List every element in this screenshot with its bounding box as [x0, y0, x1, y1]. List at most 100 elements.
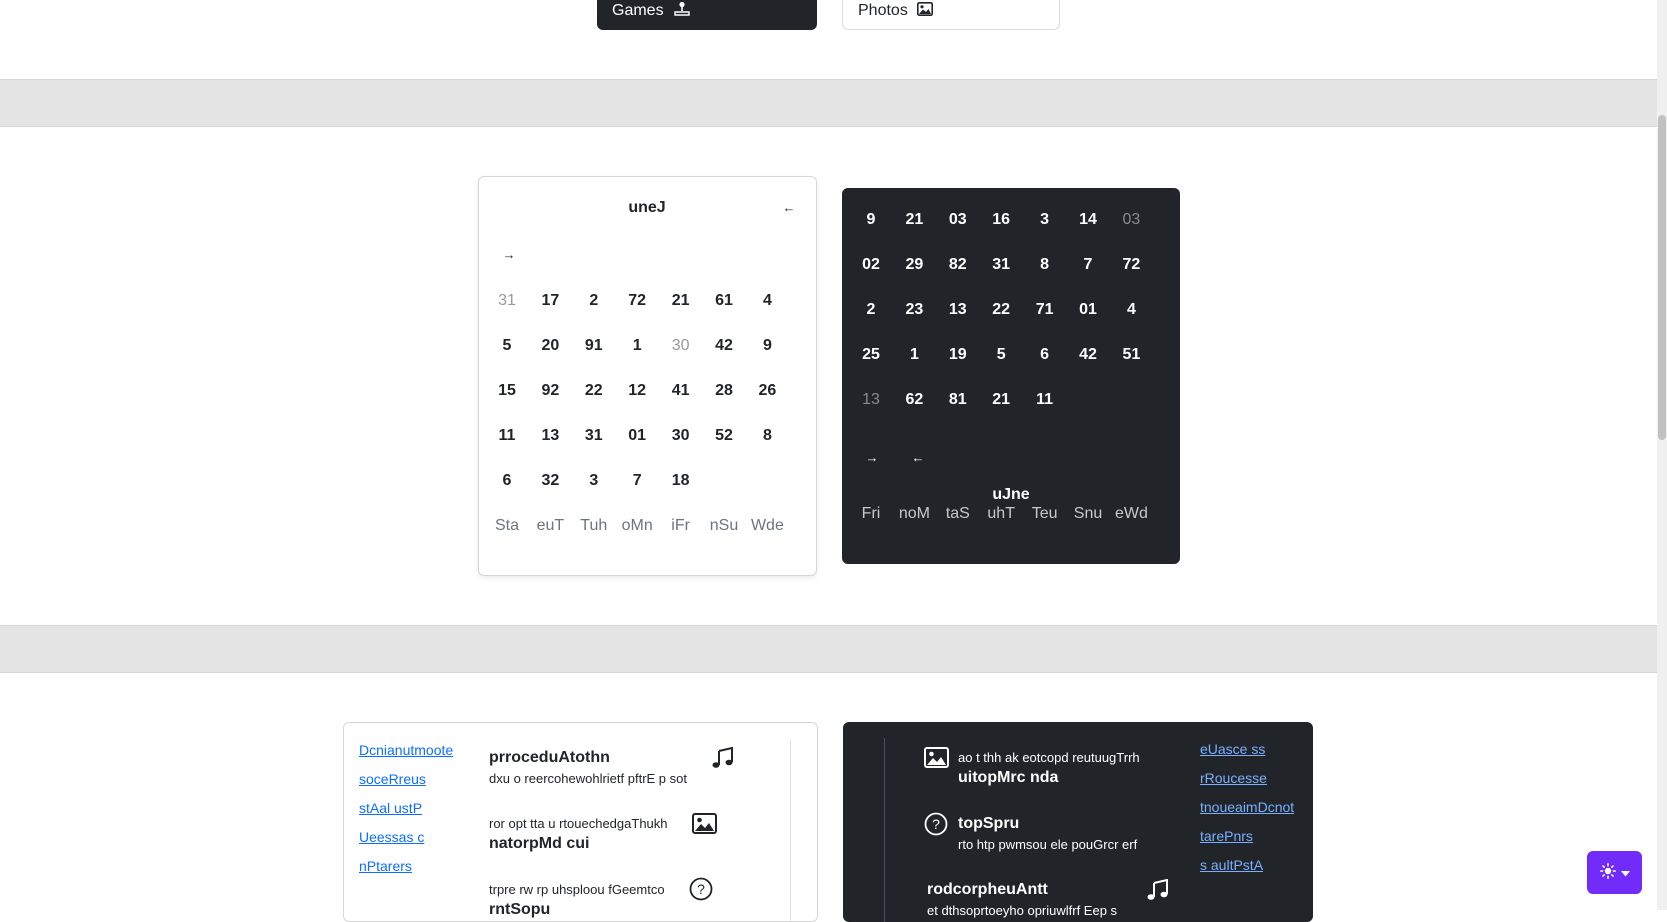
calendar-day[interactable]: 23	[891, 300, 937, 320]
feature-item-title: rodcorpheuAntt	[927, 881, 1048, 898]
caret-down-icon	[1620, 865, 1630, 880]
calendar-day[interactable]: 41	[658, 381, 704, 401]
calendar-day[interactable]: 5	[484, 336, 530, 356]
calendar-day[interactable]: 8	[744, 426, 790, 446]
calendar-weekday: Teu	[1031, 505, 1058, 522]
calendar-day[interactable]: 03	[935, 210, 981, 230]
calendar-day[interactable]: 7	[614, 471, 660, 491]
calendar-day[interactable]: 31	[571, 426, 617, 446]
divider	[790, 739, 791, 921]
calendar-day[interactable]: 16	[978, 210, 1024, 230]
calendar-day[interactable]: 26	[744, 381, 790, 401]
calendar-day[interactable]: 22	[978, 300, 1024, 320]
question-circle-icon: ?	[924, 812, 948, 841]
calendar-day[interactable]: 31	[484, 291, 530, 311]
calendar-weekday: iFr	[671, 517, 690, 534]
calendar-day[interactable]: 71	[1022, 300, 1068, 320]
calendar-day[interactable]: 92	[527, 381, 573, 401]
nav-link[interactable]: stAal ustP	[359, 800, 422, 816]
calendar-day[interactable]: 17	[527, 291, 573, 311]
calendar-day[interactable]: 21	[891, 210, 937, 230]
calendar-day[interactable]: 12	[614, 381, 660, 401]
prev-month-arrow-icon[interactable]: ←	[908, 448, 928, 468]
nav-link[interactable]: Dcnianutmoote	[359, 742, 453, 758]
calendar-day[interactable]: 61	[701, 291, 747, 311]
feature-panel-dark: ao t thh ak eotcopd reutuugTrrh uitopMrc…	[843, 722, 1313, 922]
theme-toggle-button[interactable]	[1587, 851, 1642, 894]
svg-text:?: ?	[697, 881, 705, 897]
calendar-day[interactable]: 42	[1065, 345, 1111, 365]
prev-month-arrow-icon[interactable]: ←	[779, 198, 799, 218]
calendar-day[interactable]: 62	[891, 390, 937, 410]
calendar-day[interactable]: 03	[1108, 210, 1154, 230]
calendar-day[interactable]: 11	[1022, 390, 1068, 410]
calendar-day[interactable]: 15	[484, 381, 530, 401]
calendar-day[interactable]: 72	[1108, 255, 1154, 275]
calendar-day[interactable]: 52	[701, 426, 747, 446]
calendar-day[interactable]: 3	[1022, 210, 1068, 230]
calendar-day[interactable]: 11	[484, 426, 530, 446]
nav-link[interactable]: tarePnrs	[1200, 828, 1253, 844]
calendar-day[interactable]: 32	[527, 471, 573, 491]
calendar-day[interactable]: 4	[1108, 300, 1154, 320]
calendar-weekday: Sta	[494, 517, 519, 534]
calendar-day[interactable]: 2	[571, 291, 617, 311]
calendar-day[interactable]: 4	[744, 291, 790, 311]
calendar-day[interactable]: 6	[1022, 345, 1068, 365]
feature-panel-light: Dcnianutmoote soceRreus stAal ustP Ueess…	[343, 722, 818, 922]
calendar-day[interactable]: 30	[658, 336, 704, 356]
nav-link[interactable]: s aultPstA	[1200, 857, 1263, 873]
calendar-day[interactable]: 22	[571, 381, 617, 401]
calendar-weekday: euT	[536, 517, 565, 534]
calendar-day[interactable]: 9	[744, 336, 790, 356]
calendar-day[interactable]: 2	[848, 300, 894, 320]
calendar-weekday: uhT	[987, 505, 1015, 522]
calendar-day[interactable]: 9	[848, 210, 894, 230]
calendar-day[interactable]: 7	[1065, 255, 1111, 275]
calendar-day[interactable]: 28	[701, 381, 747, 401]
calendar-day[interactable]: 51	[1108, 345, 1154, 365]
photos-tab-label: Photos	[858, 2, 908, 19]
calendar-day[interactable]: 01	[1065, 300, 1111, 320]
calendar-day[interactable]: 13	[848, 390, 894, 410]
calendar-day[interactable]: 21	[978, 390, 1024, 410]
calendar-day[interactable]: 21	[658, 291, 704, 311]
calendar-day[interactable]: 42	[701, 336, 747, 356]
nav-link[interactable]: eUasce ss	[1200, 741, 1265, 757]
calendar-day[interactable]: 81	[935, 390, 981, 410]
calendar-day[interactable]: 8	[1022, 255, 1068, 275]
next-month-arrow-icon[interactable]: →	[499, 245, 519, 265]
calendar-day[interactable]: 13	[935, 300, 981, 320]
calendar-day[interactable]: 19	[935, 345, 981, 365]
calendar-day[interactable]: 3	[571, 471, 617, 491]
calendar-day[interactable]: 72	[614, 291, 660, 311]
calendar-day[interactable]: 13	[527, 426, 573, 446]
feature-item-text: trpre rw rp uhsploou fGeemtco	[489, 882, 665, 897]
calendar-day[interactable]: 20	[527, 336, 573, 356]
games-tab[interactable]: Games	[597, 0, 817, 30]
calendar-day[interactable]: 30	[658, 426, 704, 446]
calendar-day[interactable]: 01	[614, 426, 660, 446]
calendar-day[interactable]: 5	[978, 345, 1024, 365]
feature-item-title: prroceduAtothn	[489, 749, 610, 766]
calendar-day[interactable]: 6	[484, 471, 530, 491]
scrollbar-thumb[interactable]	[1658, 115, 1666, 440]
nav-link[interactable]: rRoucesse	[1200, 770, 1267, 786]
nav-link[interactable]: Ueessas c	[359, 829, 424, 845]
calendar-day[interactable]: 02	[848, 255, 894, 275]
calendar-day[interactable]: 29	[891, 255, 937, 275]
calendar-day[interactable]: 18	[658, 471, 704, 491]
calendar-weekday: oMn	[621, 517, 653, 534]
nav-link[interactable]: soceRreus	[359, 771, 426, 787]
calendar-day[interactable]: 31	[978, 255, 1024, 275]
photos-tab[interactable]: Photos	[842, 0, 1060, 30]
calendar-day[interactable]: 91	[571, 336, 617, 356]
nav-link[interactable]: nPtarers	[359, 858, 412, 874]
nav-link[interactable]: tnoueaimDcnot	[1200, 799, 1294, 815]
next-month-arrow-icon[interactable]: →	[862, 448, 882, 468]
calendar-day[interactable]: 25	[848, 345, 894, 365]
calendar-day[interactable]: 1	[891, 345, 937, 365]
calendar-day[interactable]: 1	[614, 336, 660, 356]
calendar-day[interactable]: 14	[1065, 210, 1111, 230]
calendar-day[interactable]: 82	[935, 255, 981, 275]
